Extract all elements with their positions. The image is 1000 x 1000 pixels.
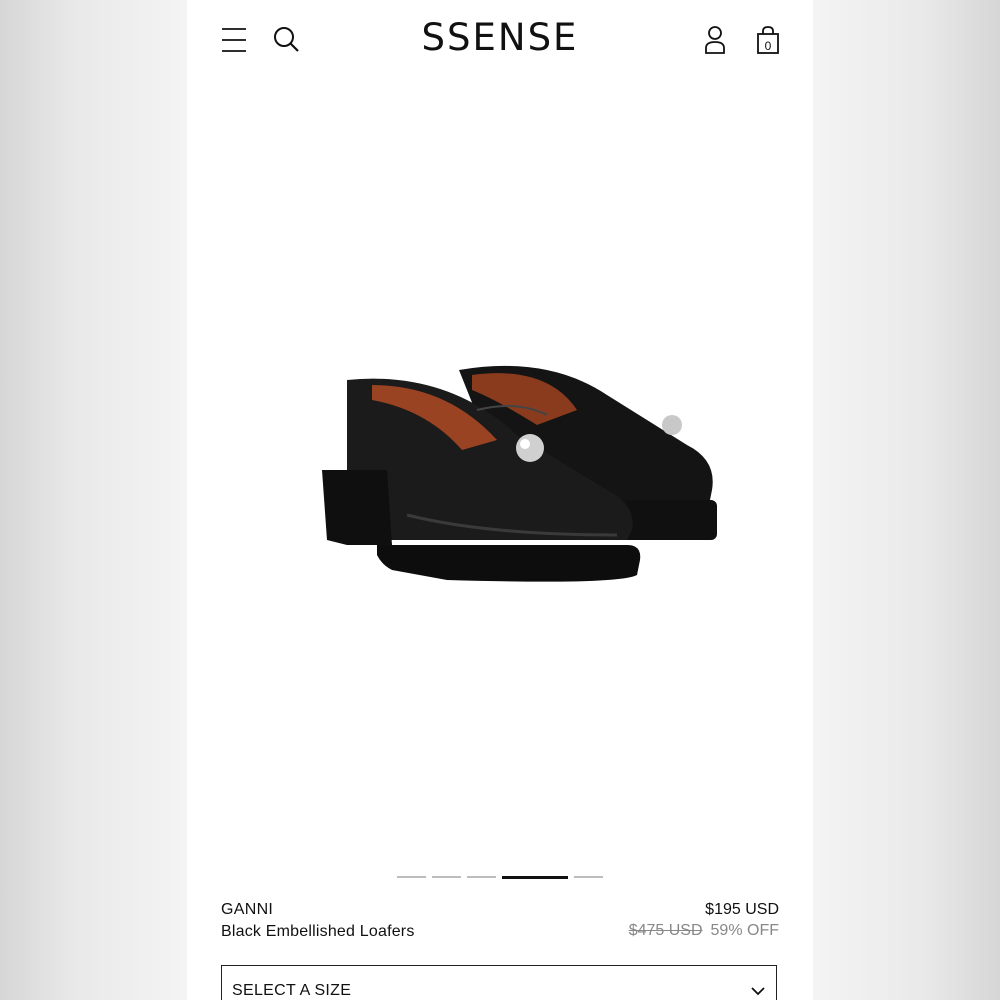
discount-badge: 59% OFF — [710, 922, 779, 939]
account-icon[interactable] — [699, 24, 731, 56]
product-image[interactable] — [247, 340, 747, 600]
price-discount-row: $475 USD 59% OFF — [629, 922, 779, 940]
chevron-down-icon — [750, 984, 766, 996]
carousel-dot[interactable] — [467, 876, 496, 878]
bag-icon[interactable]: 0 — [752, 24, 784, 56]
backdrop-right — [813, 0, 1000, 1000]
image-carousel-indicator — [397, 875, 603, 879]
bag-count: 0 — [765, 39, 772, 53]
carousel-dot[interactable] — [574, 876, 603, 878]
original-price: $475 USD — [628, 922, 703, 939]
site-header: SSENSE 0 — [187, 0, 813, 80]
product-page: SSENSE 0 GANNI Black Embellished Loafers… — [187, 0, 813, 1000]
carousel-dot-active[interactable] — [502, 875, 568, 879]
product-brand[interactable]: GANNI — [221, 901, 273, 919]
size-select-label: SELECT A SIZE — [232, 982, 352, 999]
carousel-dot[interactable] — [432, 876, 461, 878]
product-price: $195 USD — [705, 901, 779, 918]
carousel-dot[interactable] — [397, 876, 426, 878]
size-select[interactable]: SELECT A SIZE — [221, 965, 777, 1000]
product-name: Black Embellished Loafers — [221, 923, 415, 940]
backdrop-left — [0, 0, 187, 1000]
